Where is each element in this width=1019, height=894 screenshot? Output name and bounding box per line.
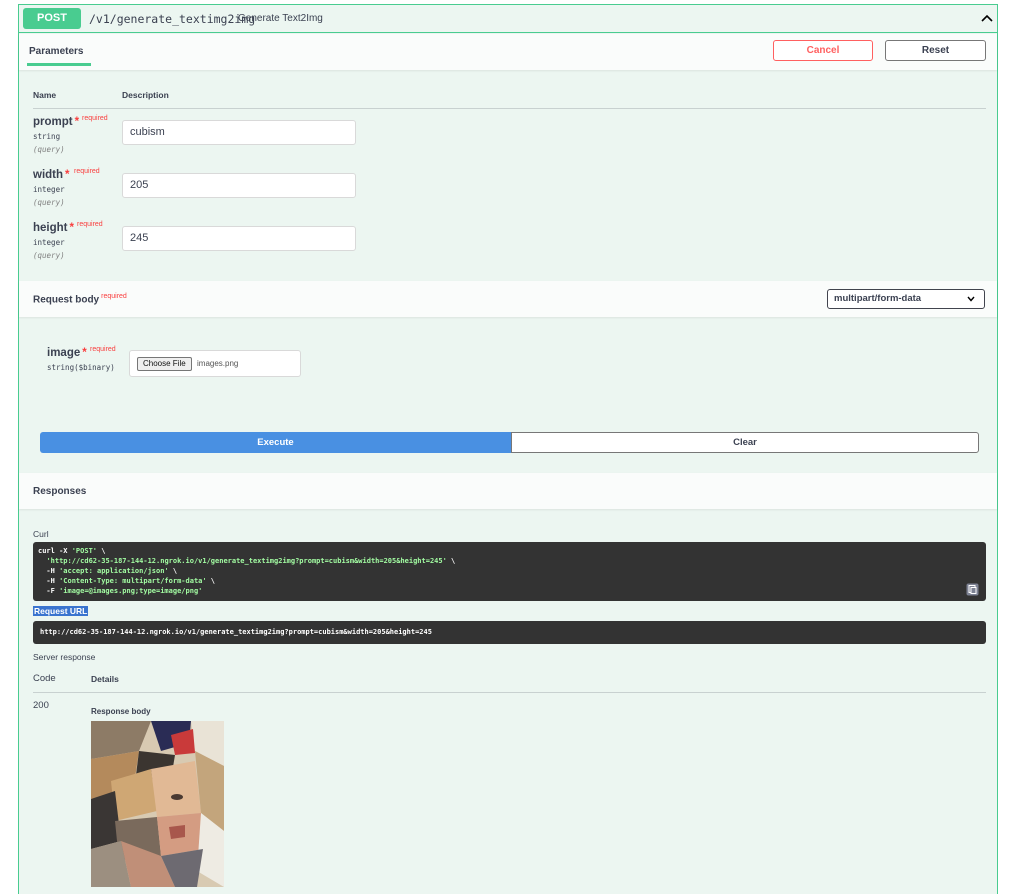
execute-button[interactable]: Execute: [40, 432, 511, 453]
response-image: [91, 721, 224, 887]
param-type: integer: [33, 238, 65, 247]
param-name: prompt: [33, 116, 73, 128]
parameters-header: Parameters Cancel Reset: [19, 34, 997, 70]
code-column-header: Code: [33, 673, 56, 684]
chevron-down-icon: [967, 296, 975, 302]
request-body-header: Request body required multipart/form-data: [19, 281, 997, 317]
required-label: required: [101, 293, 127, 300]
required-star: *: [82, 347, 87, 359]
request-body-title: Request body required: [33, 293, 127, 306]
required-label: required: [90, 346, 116, 353]
width-input[interactable]: 205: [122, 173, 356, 198]
column-header-name: Name: [33, 90, 57, 100]
curl-code-block[interactable]: curl -X 'POST' \ 'http://cd62-35-187-144…: [33, 542, 986, 601]
column-header-description: Description: [122, 90, 169, 100]
height-input[interactable]: 245: [122, 226, 356, 251]
tab-active-indicator: [27, 63, 91, 66]
content-type-select[interactable]: multipart/form-data: [827, 289, 985, 309]
selected-file-name: images.png: [197, 359, 239, 368]
curl-line: -H 'accept: application/json' \: [38, 567, 178, 575]
prompt-input[interactable]: cubism: [122, 120, 356, 145]
response-table-divider: [33, 692, 986, 693]
required-label: required: [74, 168, 100, 175]
curl-line: -F 'image=@images.png;type=image/png': [38, 587, 203, 595]
tab-parameters[interactable]: Parameters: [29, 46, 83, 57]
field-name: image: [47, 347, 81, 359]
chevron-up-icon[interactable]: [979, 10, 995, 26]
response-body-label: Response body: [91, 707, 151, 716]
field-type: string($binary): [47, 363, 115, 372]
required-star: *: [74, 116, 80, 128]
http-method-badge: POST: [23, 8, 81, 29]
response-status-code: 200: [33, 700, 49, 711]
param-location: (query): [33, 251, 65, 260]
request-url-text: http://cd62-35-187-144-12.ngrok.io/v1/ge…: [40, 628, 432, 636]
required-label: required: [82, 115, 108, 122]
details-column-header: Details: [91, 674, 119, 684]
clear-button[interactable]: Clear: [511, 432, 979, 453]
curl-line: curl -X 'POST' \: [38, 547, 106, 555]
operation-summary-text: Generate Text2Img: [238, 13, 323, 24]
required-label: required: [77, 221, 103, 228]
param-name: height: [33, 222, 68, 234]
choose-file-button[interactable]: Choose File: [137, 357, 192, 371]
server-response-label: Server response: [33, 652, 96, 662]
curl-label: Curl: [33, 529, 49, 539]
param-type: string: [33, 132, 61, 141]
request-url-label: Request URL: [33, 606, 89, 616]
required-star: *: [69, 222, 74, 234]
param-type: integer: [33, 185, 65, 194]
reset-button[interactable]: Reset: [885, 40, 986, 61]
cancel-button[interactable]: Cancel: [773, 40, 873, 61]
post-operation-block: POST /v1/generate_textimg2img Generate T…: [18, 4, 998, 894]
curl-line: -H 'Content-Type: multipart/form-data' \: [38, 577, 216, 585]
file-input[interactable]: Choose File images.png: [129, 350, 301, 377]
param-location: (query): [33, 198, 65, 207]
copy-to-clipboard-icon[interactable]: [966, 583, 979, 596]
param-location: (query): [33, 145, 65, 154]
responses-title: Responses: [33, 486, 87, 497]
content-type-value: multipart/form-data: [834, 293, 922, 304]
required-star: *: [65, 169, 70, 181]
responses-header: Responses: [19, 473, 997, 509]
request-url-block[interactable]: http://cd62-35-187-144-12.ngrok.io/v1/ge…: [33, 621, 986, 644]
operation-summary[interactable]: POST /v1/generate_textimg2img Generate T…: [19, 5, 997, 33]
operation-path: /v1/generate_textimg2img: [89, 12, 256, 26]
curl-line: 'http://cd62-35-187-144-12.ngrok.io/v1/g…: [46, 557, 456, 565]
table-divider: [33, 108, 986, 109]
param-name: width: [33, 169, 64, 181]
